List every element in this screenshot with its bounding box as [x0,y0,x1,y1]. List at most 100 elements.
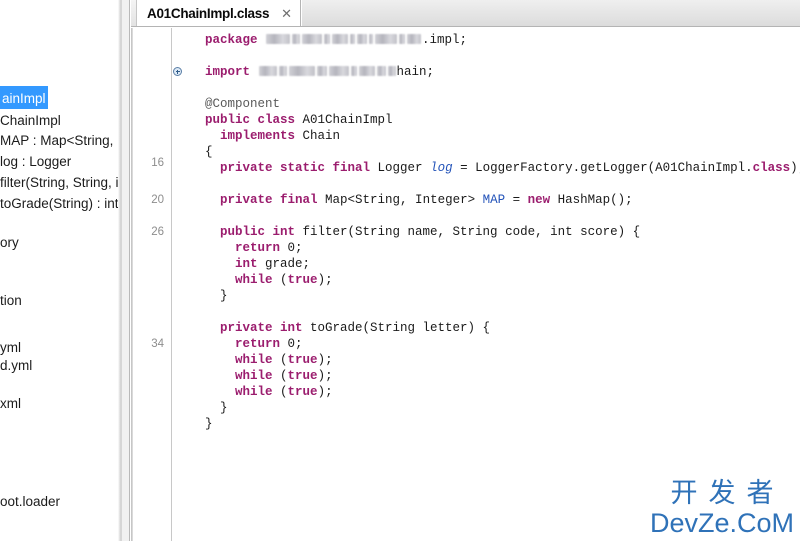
code-token: private final [220,193,326,207]
editor-panel: A01ChainImpl.class ✕ 16 20 26 34 package .i… [131,0,800,541]
code-line[interactable]: private static final Logger log = Logger… [190,160,800,176]
redacted-text-block [399,33,406,44]
code-token: return [235,337,288,351]
code-line[interactable]: { [190,144,213,160]
code-token: .impl; [422,33,468,47]
outline-explorer-panel: ainImpl ChainImpl MAP : Map<String, Ilog :… [0,0,118,541]
close-icon[interactable]: ✕ [281,7,292,20]
line-number: 34 [151,338,164,350]
code-token: ); [790,161,800,175]
outline-item-label: log : Logger [0,154,72,169]
code-token: new [527,193,558,207]
code-token: while [235,273,281,287]
code-token: = LoggerFactory. [452,161,581,175]
code-token: while [235,385,281,399]
code-token: @Component [205,97,281,111]
expand-plus-icon[interactable] [173,67,182,76]
code-token: log [430,161,453,175]
code-line[interactable]: package .impl; [190,32,467,48]
source-code[interactable]: package .impl; import hain; @Component p… [184,28,800,541]
code-line[interactable]: private final Map<String, Integer> MAP =… [190,192,633,208]
code-token: ); [317,273,333,287]
outline-item-label: oot.loader [0,494,61,509]
outline-item[interactable]: ory [0,231,19,254]
code-token: 0; [287,337,303,351]
code-line[interactable]: private int toGrade(String letter) { [190,320,490,336]
code-token: private int [220,321,311,335]
code-line[interactable]: } [190,288,228,304]
outline-item-label: filter(String, String, ir [0,175,118,190]
code-token: hain; [396,65,435,79]
outline-item[interactable]: tion [0,289,22,312]
outline-item[interactable]: ainImpl [0,86,48,109]
fold-gutter[interactable] [172,28,184,541]
code-line[interactable]: public class A01ChainImpl [190,112,393,128]
editor-tab-a01chainimpl[interactable]: A01ChainImpl.class ✕ [137,0,302,26]
code-token: ); [317,369,333,383]
code-line[interactable]: while (true); [190,352,333,368]
code-line[interactable]: @Component [190,96,280,112]
code-line[interactable]: return 0; [190,240,303,256]
code-token: true [287,385,318,399]
code-token: } [190,417,213,431]
code-token: Chain [302,129,341,143]
outline-item[interactable]: log : Logger [0,150,71,173]
redacted-text-block [369,33,374,44]
outline-item[interactable]: filter(String, String, ir [0,171,118,194]
code-line[interactable]: return 0; [190,336,303,352]
outline-item[interactable]: d.yml [0,354,32,377]
outline-item[interactable]: oot.loader [0,490,60,513]
redacted-text-block [324,33,331,44]
line-number-gutter: 16 20 26 34 [131,28,172,541]
code-line[interactable]: } [190,416,213,432]
code-token: class [752,161,791,175]
panel-splitter[interactable] [121,0,130,541]
code-token: while [235,353,281,367]
outline-item-label: ory [0,235,19,250]
redacted-text-block [387,65,396,76]
outline-item[interactable]: toGrade(String) : int [0,192,118,215]
code-token: Map<String, Integer> [325,193,483,207]
outline-item[interactable]: xml [0,392,21,415]
editor-tabbar: A01ChainImpl.class ✕ [131,0,800,27]
outline-item-label: tion [0,293,22,308]
editor-body: 16 20 26 34 package .impl; import hain; @Co… [131,27,800,541]
redacted-text-block [278,65,287,76]
redacted-text-block [266,33,291,44]
code-line[interactable]: import hain; [190,64,434,80]
code-line[interactable]: implements Chain [190,128,340,144]
code-token: grade; [265,257,311,271]
line-number: 20 [151,194,164,206]
gutter-left-border [131,28,133,541]
redacted-text-block [350,33,356,44]
code-view[interactable]: 16 20 26 34 package .impl; import hain; @Co… [131,28,800,541]
code-line[interactable]: public int filter(String name, String co… [190,224,640,240]
outline-item[interactable]: MAP : Map<String, I [0,129,118,152]
code-line[interactable]: while (true); [190,272,333,288]
redacted-text-block [288,65,315,76]
outline-item-label: toGrade(String) : int [0,196,118,211]
outline-item-label: MAP : Map<String, I [0,133,118,148]
code-line[interactable]: int grade; [190,256,310,272]
code-line[interactable]: while (true); [190,368,333,384]
code-token: HashMap(); [557,193,633,207]
code-token: implements [220,129,303,143]
code-token: public class [205,113,303,127]
code-token: Logger [377,161,431,175]
redacted-text-block [357,33,368,44]
code-token: } [190,289,228,303]
redacted-text-block [302,33,323,44]
code-token: int [235,257,266,271]
code-token: = [505,193,528,207]
code-line[interactable]: while (true); [190,384,333,400]
code-token: return [235,241,288,255]
code-line[interactable]: } [190,400,228,416]
